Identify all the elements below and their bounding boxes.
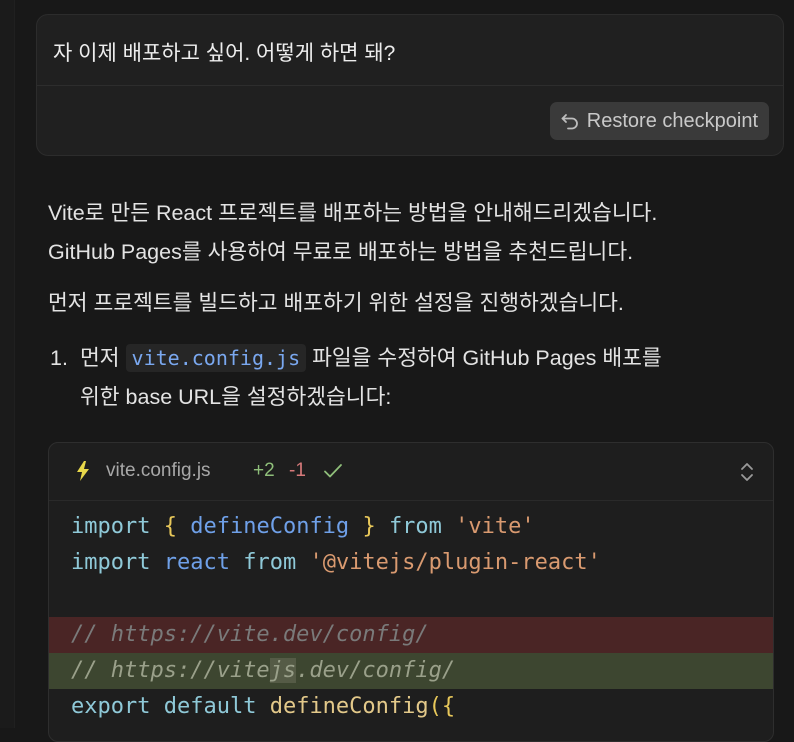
token-comment: .dev/config/	[296, 658, 456, 683]
restore-checkpoint-button[interactable]: Restore checkpoint	[549, 102, 769, 140]
token-comment-highlight: js	[269, 658, 297, 683]
token-keyword: from	[243, 550, 297, 575]
intro-line-2: GitHub Pages를 사용하여 무료로 배포하는 방법을 추천드립니다.	[48, 240, 634, 264]
file-name[interactable]: vite.config.js	[106, 460, 211, 482]
code-line-added: // https://vitejs.dev/config/	[49, 653, 773, 689]
token-brace: }	[362, 514, 376, 539]
step-line-1: 먼저 vite.config.js 파일을 수정하여 GitHub Pages …	[80, 339, 780, 378]
undo-icon	[560, 111, 580, 131]
user-message-text: 자 이제 배포하고 싶어. 어떻게 하면 돼?	[53, 42, 396, 65]
code-line-removed: // https://vite.dev/config/	[49, 617, 773, 653]
step-line-2: 위한 base URL을 설정하겠습니다:	[80, 385, 392, 409]
token-keyword: from	[388, 514, 442, 539]
token-paren: (	[428, 694, 442, 719]
token-function: defineConfig	[269, 694, 429, 719]
setup-paragraph: 먼저 프로젝트를 빌드하고 배포하기 위한 설정을 진행하겠습니다.	[48, 284, 624, 323]
token-keyword: export	[71, 694, 151, 719]
additions-count: +2	[253, 460, 275, 481]
token-comment: // https://vite	[71, 658, 270, 683]
code-diff-block: vite.config.js +2 -1 import { defineConf…	[48, 442, 774, 742]
intro-line-1: Vite로 만든 React 프로젝트를 배포하는 방법을 안내해드리겠습니다.	[48, 201, 658, 225]
code-line: import react from '@vitejs/plugin-react'	[49, 545, 773, 581]
left-rail	[0, 0, 15, 728]
code-lines[interactable]: import { defineConfig } from 'vite' impo…	[49, 509, 773, 725]
setup-text: 먼저 프로젝트를 빌드하고 배포하기 위한 설정을 진행하겠습니다.	[48, 291, 624, 315]
token-keyword: import	[71, 550, 151, 575]
intro-paragraph: Vite로 만든 React 프로젝트를 배포하는 방법을 안내해드리겠습니다.…	[48, 194, 657, 272]
token-brace: {	[441, 694, 456, 719]
code-line: export default defineConfig({	[49, 689, 773, 725]
token-string: 'vite'	[455, 514, 535, 539]
step-before: 먼저	[80, 346, 126, 370]
token-string: '@vitejs/plugin-react'	[309, 550, 601, 575]
deletions-count: -1	[289, 460, 306, 481]
token-brace: {	[163, 514, 177, 539]
list-number: 1.	[50, 346, 68, 370]
user-message-card[interactable]: 자 이제 배포하고 싶어. 어떻게 하면 돼? Restore checkpoi…	[36, 14, 784, 156]
token-keyword: import	[71, 514, 151, 539]
restore-checkpoint-label: Restore checkpoint	[586, 109, 758, 132]
token-identifier: defineConfig	[190, 514, 350, 539]
token-identifier: react	[163, 550, 230, 575]
expand-icon[interactable]	[739, 461, 755, 489]
list-item: 먼저 vite.config.js 파일을 수정하여 GitHub Pages …	[80, 339, 780, 417]
code-header[interactable]: vite.config.js +2 -1	[49, 443, 773, 501]
token-keyword: default	[163, 694, 257, 719]
step-after: 파일을 수정하여 GitHub Pages 배포를	[306, 346, 662, 370]
code-line: import { defineConfig } from 'vite'	[49, 509, 773, 545]
bolt-icon	[76, 461, 90, 487]
divider	[37, 85, 783, 86]
check-icon	[323, 463, 343, 485]
token-comment: // https://vite.dev/config/	[71, 622, 429, 647]
inline-code-filename[interactable]: vite.config.js	[125, 344, 307, 372]
